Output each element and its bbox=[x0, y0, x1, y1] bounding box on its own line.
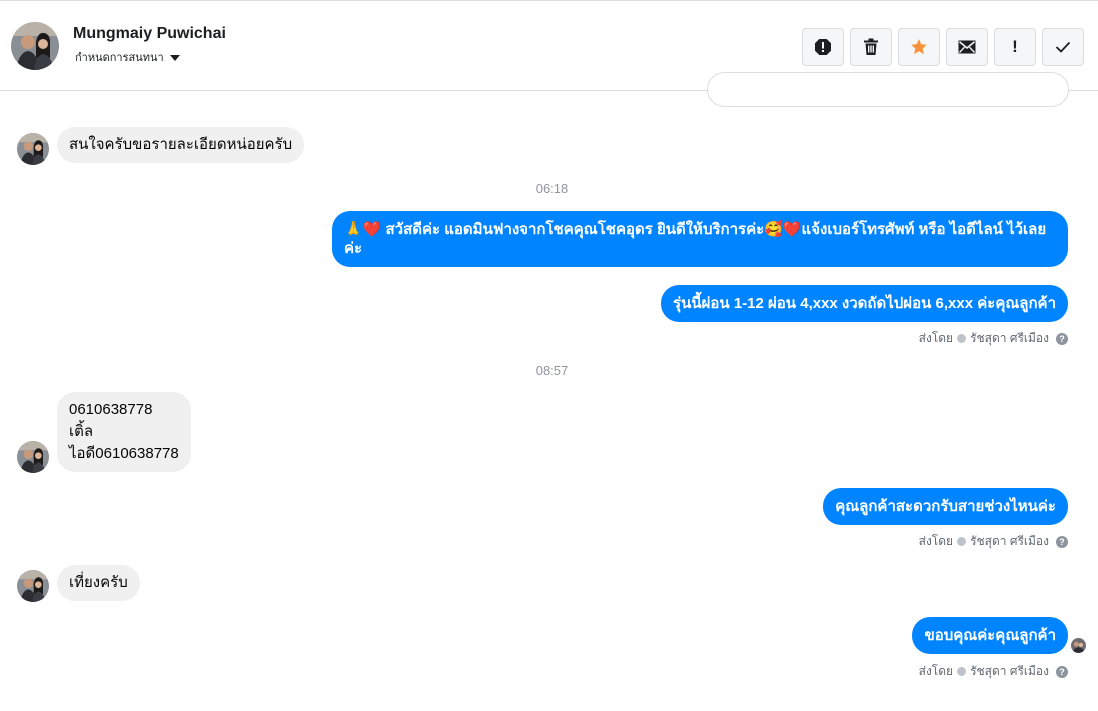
timestamp: 08:57 bbox=[535, 363, 569, 378]
outgoing-message[interactable]: ขอบคุณค่ะคุณลูกค้า bbox=[912, 617, 1068, 654]
envelope-icon bbox=[958, 40, 976, 54]
delete-button[interactable] bbox=[850, 28, 892, 66]
agent-status-icon bbox=[957, 334, 967, 343]
alert-circle-icon bbox=[815, 39, 831, 55]
contact-avatar[interactable] bbox=[11, 22, 59, 70]
sent-by-label: ส่งโดย รัชสุดา ศรีเมือง ? bbox=[919, 532, 1068, 551]
star-icon bbox=[911, 39, 927, 55]
read-receipt-avatar bbox=[1071, 638, 1086, 653]
spam-button[interactable] bbox=[802, 28, 844, 66]
star-button[interactable] bbox=[898, 28, 940, 66]
caret-down-icon bbox=[169, 55, 180, 61]
help-icon[interactable]: ? bbox=[1056, 535, 1068, 548]
check-icon bbox=[1055, 41, 1071, 53]
agent-status-icon bbox=[957, 667, 967, 676]
important-button[interactable]: ! bbox=[994, 28, 1036, 66]
contact-avatar-small bbox=[17, 441, 49, 473]
help-icon[interactable]: ? bbox=[1056, 665, 1068, 678]
agent-status-icon bbox=[957, 537, 967, 546]
incoming-message[interactable]: เที่ยงครับ bbox=[57, 565, 140, 601]
done-button[interactable] bbox=[1042, 28, 1084, 66]
messenger-window: Mungmaiy Puwichai กำหนดการสนทนา ! สนใจคร… bbox=[0, 0, 1098, 711]
incoming-message[interactable]: สนใจครับขอรายละเอียดหน่อยครับ bbox=[57, 127, 305, 163]
outgoing-message[interactable]: 🙏❤️ สวัสดีค่ะ แอดมินฟางจากโชคคุณโชคอุดร … bbox=[332, 211, 1068, 267]
trash-icon bbox=[864, 38, 878, 55]
outgoing-message[interactable]: รุ่นนี้ผ่อน 1-12 ผ่อน 4,xxx งวดถัดไปผ่อน… bbox=[661, 285, 1068, 322]
contact-name[interactable]: Mungmaiy Puwichai bbox=[73, 25, 226, 43]
assign-label: กำหนดการสนทนา bbox=[75, 52, 164, 64]
previous-message-bubble bbox=[707, 72, 1069, 107]
sent-by-label: ส่งโดย รัชสุดา ศรีเมือง ? bbox=[919, 329, 1068, 348]
mark-unread-button[interactable] bbox=[946, 28, 988, 66]
agent-name[interactable]: รัชสุดา ศรีเมือง bbox=[970, 662, 1049, 681]
agent-name[interactable]: รัชสุดา ศรีเมือง bbox=[970, 329, 1049, 348]
outgoing-message[interactable]: คุณลูกค้าสะดวกรับสายช่วงไหนค่ะ bbox=[823, 488, 1068, 525]
assign-conversation-dropdown[interactable]: กำหนดการสนทนา bbox=[75, 48, 180, 66]
contact-avatar-small bbox=[17, 133, 49, 165]
contact-avatar-small bbox=[17, 570, 49, 602]
exclamation-icon: ! bbox=[1012, 37, 1018, 56]
help-icon[interactable]: ? bbox=[1056, 332, 1068, 345]
emoji: 🙏❤️ bbox=[344, 221, 382, 238]
timestamp: 06:18 bbox=[535, 181, 569, 196]
conversation-toolbar: ! bbox=[802, 28, 1084, 66]
emoji: 🥰❤️ bbox=[764, 221, 802, 238]
sent-by-label: ส่งโดย รัชสุดา ศรีเมือง ? bbox=[919, 662, 1068, 681]
message-thread[interactable]: สนใจครับขอรายละเอียดหน่อยครับ 06:18 🙏❤️ … bbox=[0, 72, 1098, 711]
agent-name[interactable]: รัชสุดา ศรีเมือง bbox=[970, 532, 1049, 551]
incoming-message[interactable]: 0610638778 เติ้ล ไอดี0610638778 bbox=[57, 392, 191, 472]
